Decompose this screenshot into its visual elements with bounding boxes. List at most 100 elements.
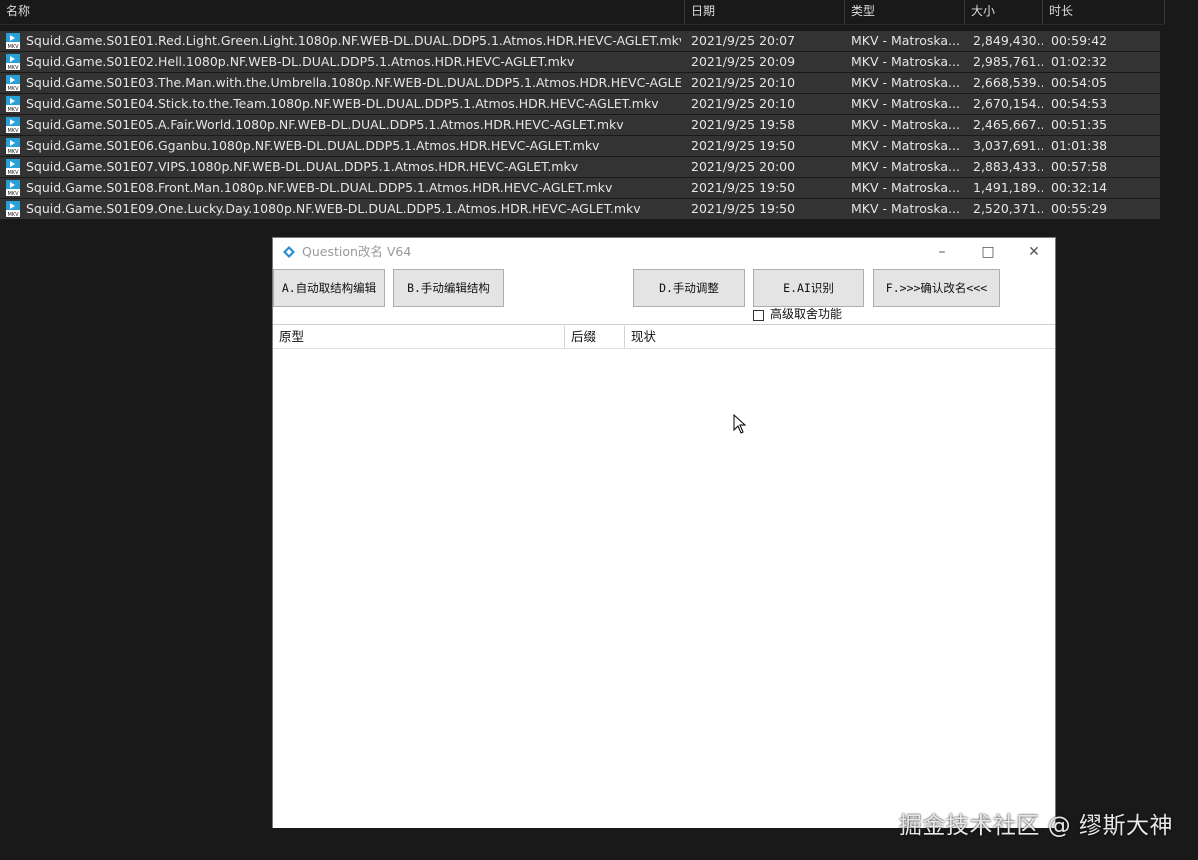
svg-text:MKV: MKV bbox=[7, 44, 19, 49]
file-date: 2021/9/25 20:07 bbox=[691, 33, 796, 48]
advanced-filter-checkbox[interactable] bbox=[753, 310, 764, 321]
mkv-file-icon: MKV bbox=[6, 201, 20, 217]
file-duration: 00:51:35 bbox=[1051, 117, 1108, 132]
file-name: Squid.Game.S01E01.Red.Light.Green.Light.… bbox=[26, 33, 681, 48]
file-name: Squid.Game.S01E06.Gganbu.1080p.NF.WEB-DL… bbox=[26, 138, 600, 153]
file-date: 2021/9/25 19:50 bbox=[691, 201, 796, 216]
app-diamond-icon bbox=[283, 246, 295, 258]
file-size: 2,883,433... bbox=[973, 159, 1043, 174]
file-duration: 00:54:05 bbox=[1051, 75, 1108, 90]
watermark-text: 掘金技术社区 @ 缪斯大神 bbox=[898, 813, 1173, 839]
column-header-date[interactable]: 日期 bbox=[685, 0, 845, 24]
rename-dialog: Question改名 V64 – □ ✕ A.自动取结构编辑 B.手动编辑结构 … bbox=[272, 237, 1056, 828]
file-row[interactable]: MKV Squid.Game.S01E01.Red.Light.Green.Lig… bbox=[0, 31, 1160, 51]
close-icon[interactable]: ✕ bbox=[1011, 238, 1057, 266]
list-header-current[interactable]: 现状 bbox=[625, 326, 1055, 348]
file-name: Squid.Game.S01E05.A.Fair.World.1080p.NF.… bbox=[26, 117, 624, 132]
svg-text:MKV: MKV bbox=[7, 212, 19, 217]
mkv-file-icon: MKV bbox=[6, 75, 20, 91]
file-size: 2,670,154... bbox=[973, 96, 1043, 111]
file-row[interactable]: MKV Squid.Game.S01E04.Stick.to.the.Team.1… bbox=[0, 94, 1160, 114]
column-header-type[interactable]: 类型 bbox=[845, 0, 965, 24]
file-name: Squid.Game.S01E03.The.Man.with.the.Umbre… bbox=[26, 75, 681, 90]
file-name: Squid.Game.S01E02.Hell.1080p.NF.WEB-DL.D… bbox=[26, 54, 575, 69]
list-header-original[interactable]: 原型 bbox=[273, 326, 565, 348]
dialog-title: Question改名 V64 bbox=[302, 244, 412, 259]
mkv-file-icon: MKV bbox=[6, 180, 20, 196]
file-row[interactable]: MKV Squid.Game.S01E03.The.Man.with.the.Um… bbox=[0, 73, 1160, 93]
file-type: MKV - Matroska... bbox=[851, 138, 960, 153]
file-date: 2021/9/25 20:10 bbox=[691, 96, 796, 111]
mkv-file-icon: MKV bbox=[6, 96, 20, 112]
mkv-file-icon: MKV bbox=[6, 117, 20, 133]
file-date: 2021/9/25 19:50 bbox=[691, 138, 796, 153]
manual-edit-structure-button[interactable]: B.手动编辑结构 bbox=[393, 269, 504, 307]
file-list-header: 名称 ^ 日期 类型 大小 时长 bbox=[0, 0, 1165, 24]
svg-text:MKV: MKV bbox=[7, 107, 19, 112]
ai-recognize-button[interactable]: E.AI识别 bbox=[753, 269, 864, 307]
file-date: 2021/9/25 19:50 bbox=[691, 180, 796, 195]
auto-edit-structure-button[interactable]: A.自动取结构编辑 bbox=[273, 269, 385, 307]
svg-text:MKV: MKV bbox=[7, 170, 19, 175]
file-date: 2021/9/25 19:58 bbox=[691, 117, 796, 132]
file-type: MKV - Matroska... bbox=[851, 96, 960, 111]
file-name: Squid.Game.S01E07.VIPS.1080p.NF.WEB-DL.D… bbox=[26, 159, 579, 174]
file-type: MKV - Matroska... bbox=[851, 117, 960, 132]
minimize-icon[interactable]: – bbox=[919, 238, 965, 266]
column-header-duration[interactable]: 时长 bbox=[1043, 0, 1165, 24]
file-duration: 00:59:42 bbox=[1051, 33, 1108, 48]
header-divider bbox=[0, 24, 1165, 25]
file-date: 2021/9/25 20:00 bbox=[691, 159, 796, 174]
file-row[interactable]: MKV Squid.Game.S01E07.VIPS.1080p.NF.WEB-D… bbox=[0, 157, 1160, 177]
maximize-icon[interactable]: □ bbox=[965, 238, 1011, 266]
mouse-cursor-icon bbox=[733, 414, 747, 434]
column-header-size[interactable]: 大小 bbox=[965, 0, 1043, 24]
file-type: MKV - Matroska... bbox=[851, 33, 960, 48]
file-duration: 00:57:58 bbox=[1051, 159, 1108, 174]
file-type: MKV - Matroska... bbox=[851, 180, 960, 195]
file-name: Squid.Game.S01E04.Stick.to.the.Team.1080… bbox=[26, 96, 659, 111]
confirm-rename-button[interactable]: F.>>>确认改名<<< bbox=[873, 269, 1000, 307]
sort-caret-icon: ^ bbox=[336, 0, 344, 2]
file-type: MKV - Matroska... bbox=[851, 75, 960, 90]
file-date: 2021/9/25 20:09 bbox=[691, 54, 796, 69]
dialog-toolbar: A.自动取结构编辑 B.手动编辑结构 D.手动调整 E.AI识别 F.>>>确认… bbox=[273, 266, 1055, 324]
file-type: MKV - Matroska... bbox=[851, 159, 960, 174]
manual-adjust-button[interactable]: D.手动调整 bbox=[633, 269, 745, 307]
file-type: MKV - Matroska... bbox=[851, 201, 960, 216]
mkv-file-icon: MKV bbox=[6, 33, 20, 49]
file-size: 2,985,761... bbox=[973, 54, 1043, 69]
file-size: 1,491,189... bbox=[973, 180, 1043, 195]
file-row[interactable]: MKV Squid.Game.S01E05.A.Fair.World.1080p.… bbox=[0, 115, 1160, 135]
rename-list[interactable]: 原型 后缀 现状 bbox=[273, 324, 1055, 828]
file-duration: 00:54:53 bbox=[1051, 96, 1108, 111]
svg-text:MKV: MKV bbox=[7, 65, 19, 70]
file-duration: 00:55:29 bbox=[1051, 201, 1108, 216]
file-type: MKV - Matroska... bbox=[851, 54, 960, 69]
mkv-file-icon: MKV bbox=[6, 54, 20, 70]
mkv-file-icon: MKV bbox=[6, 159, 20, 175]
file-date: 2021/9/25 20:10 bbox=[691, 75, 796, 90]
column-header-name[interactable]: 名称 bbox=[0, 0, 685, 24]
advanced-filter-label: 高级取舍功能 bbox=[770, 307, 843, 321]
file-duration: 01:01:38 bbox=[1051, 138, 1108, 153]
list-header-suffix[interactable]: 后缀 bbox=[565, 326, 625, 348]
file-row[interactable]: MKV Squid.Game.S01E06.Gganbu.1080p.NF.WEB… bbox=[0, 136, 1160, 156]
file-row[interactable]: MKV Squid.Game.S01E08.Front.Man.1080p.NF.… bbox=[0, 178, 1160, 198]
dialog-titlebar[interactable]: Question改名 V64 – □ ✕ bbox=[273, 238, 1055, 266]
mkv-file-icon: MKV bbox=[6, 138, 20, 154]
file-duration: 01:02:32 bbox=[1051, 54, 1108, 69]
file-size: 2,668,539... bbox=[973, 75, 1043, 90]
file-size: 2,465,667... bbox=[973, 117, 1043, 132]
file-size: 2,849,430... bbox=[973, 33, 1043, 48]
file-size: 3,037,691... bbox=[973, 138, 1043, 153]
file-name: Squid.Game.S01E09.One.Lucky.Day.1080p.NF… bbox=[26, 201, 641, 216]
list-header-divider bbox=[273, 348, 1055, 349]
file-row[interactable]: MKV Squid.Game.S01E02.Hell.1080p.NF.WEB-D… bbox=[0, 52, 1160, 72]
file-row[interactable]: MKV Squid.Game.S01E09.One.Lucky.Day.1080p… bbox=[0, 199, 1160, 219]
svg-text:MKV: MKV bbox=[7, 86, 19, 91]
svg-text:MKV: MKV bbox=[7, 149, 19, 154]
file-duration: 00:32:14 bbox=[1051, 180, 1108, 195]
file-name: Squid.Game.S01E08.Front.Man.1080p.NF.WEB… bbox=[26, 180, 613, 195]
svg-text:MKV: MKV bbox=[7, 128, 19, 133]
